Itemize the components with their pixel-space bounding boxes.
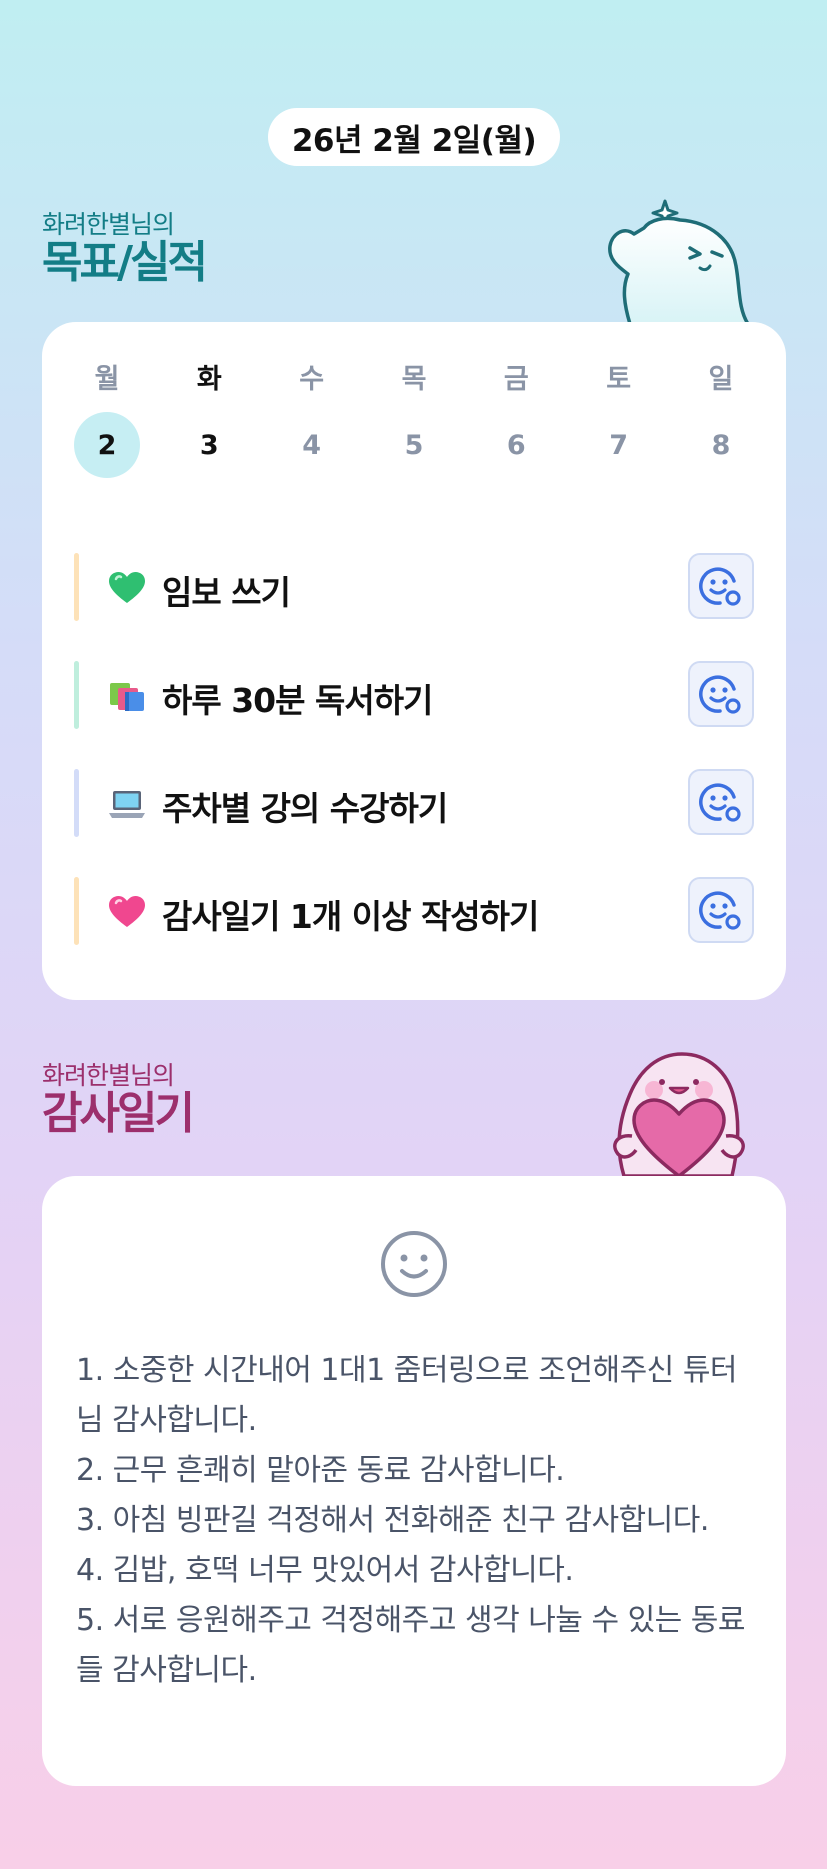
add-reaction-icon bbox=[699, 891, 741, 930]
day-name: 수 bbox=[299, 364, 325, 395]
day-wed[interactable]: 수 4 bbox=[277, 362, 347, 478]
green-heart-icon bbox=[109, 572, 145, 603]
goal-label: 주차별 강의 수강하기 bbox=[162, 789, 448, 828]
diary-line: 1. 소중한 시간내어 1대1 줌터링으로 조언해주신 튜터님 감사합니다. bbox=[76, 1353, 738, 1438]
goal-color-bar bbox=[74, 661, 79, 729]
goals-card: 월 2 화 3 수 4 목 5 금 6 토 7 일 8 임보 쓰기 하루 30분… bbox=[42, 322, 786, 1000]
day-sat[interactable]: 토 7 bbox=[584, 362, 654, 478]
gratitude-diary-text: 1. 소중한 시간내어 1대1 줌터링으로 조언해주신 튜터님 감사합니다. 2… bbox=[76, 1346, 756, 1696]
date-pill: 26년 2월 2일(월) bbox=[268, 108, 560, 166]
week-calendar: 월 2 화 3 수 4 목 5 금 6 토 7 일 8 bbox=[72, 362, 756, 478]
day-sun[interactable]: 일 8 bbox=[686, 362, 756, 478]
day-name: 목 bbox=[401, 364, 427, 395]
heart-hugging-mascot-icon bbox=[613, 1052, 745, 1176]
day-number: 7 bbox=[609, 429, 629, 461]
pink-heart-icon bbox=[109, 896, 145, 927]
add-reaction-icon bbox=[699, 675, 741, 714]
day-number: 8 bbox=[711, 429, 731, 461]
goal-color-bar bbox=[74, 553, 79, 621]
day-number: 3 bbox=[199, 429, 219, 461]
day-name: 일 bbox=[708, 364, 734, 395]
goal-item: 주차별 강의 수강하기 bbox=[74, 750, 754, 858]
day-name: 토 bbox=[606, 364, 632, 395]
day-tue[interactable]: 화 3 bbox=[174, 362, 244, 478]
gratitude-section-title: 화려한별님의 감사일기 bbox=[42, 1061, 195, 1139]
day-name: 화 bbox=[196, 364, 222, 395]
reaction-button[interactable] bbox=[688, 769, 754, 835]
books-icon bbox=[110, 683, 144, 711]
day-fri[interactable]: 금 6 bbox=[481, 362, 551, 478]
add-reaction-icon bbox=[699, 567, 741, 606]
cheering-mascot-icon bbox=[608, 199, 750, 324]
goals-title: 목표/실적 bbox=[42, 237, 208, 288]
goal-list: 임보 쓰기 하루 30분 독서하기 주차별 강의 수강하기 감사일기 1개 이상… bbox=[74, 534, 754, 966]
add-reaction-icon bbox=[699, 783, 741, 822]
goal-color-bar bbox=[74, 769, 79, 837]
day-number: 2 bbox=[74, 412, 140, 478]
goal-item: 하루 30분 독서하기 bbox=[74, 642, 754, 750]
laptop-icon bbox=[109, 791, 145, 818]
reaction-button[interactable] bbox=[688, 553, 754, 619]
gratitude-owner-label: 화려한별님의 bbox=[42, 1061, 175, 1090]
gratitude-title: 감사일기 bbox=[42, 1088, 195, 1139]
date-label: 26년 2월 2일(월) bbox=[291, 122, 537, 159]
goals-owner-label: 화려한별님의 bbox=[42, 210, 175, 239]
goals-section-title: 화려한별님의 목표/실적 bbox=[42, 210, 208, 288]
goal-label: 하루 30분 독서하기 bbox=[162, 681, 433, 720]
reaction-button[interactable] bbox=[688, 877, 754, 943]
day-mon[interactable]: 월 2 bbox=[72, 362, 142, 478]
day-name: 금 bbox=[503, 364, 529, 395]
goal-color-bar bbox=[74, 877, 79, 945]
gratitude-card: 1. 소중한 시간내어 1대1 줌터링으로 조언해주신 튜터님 감사합니다. 2… bbox=[42, 1176, 786, 1786]
diary-line: 3. 아침 빙판길 걱정해서 전화해준 친구 감사합니다. bbox=[76, 1503, 709, 1538]
diary-line: 5. 서로 응원해주고 걱정해주고 생각 나눌 수 있는 동료들 감사합니다. bbox=[76, 1603, 746, 1688]
day-thu[interactable]: 목 5 bbox=[379, 362, 449, 478]
day-number: 4 bbox=[302, 429, 322, 461]
smile-icon bbox=[381, 1231, 447, 1297]
day-name: 월 bbox=[94, 364, 120, 395]
day-number: 6 bbox=[506, 429, 526, 461]
reaction-button[interactable] bbox=[688, 661, 754, 727]
goal-label: 감사일기 1개 이상 작성하기 bbox=[162, 897, 539, 936]
goal-item: 감사일기 1개 이상 작성하기 bbox=[74, 858, 754, 966]
goal-item: 임보 쓰기 bbox=[74, 534, 754, 642]
diary-line: 2. 근무 흔쾌히 맡아준 동료 감사합니다. bbox=[76, 1453, 565, 1488]
diary-line: 4. 김밥, 호떡 너무 맛있어서 감사합니다. bbox=[76, 1553, 574, 1588]
day-number: 5 bbox=[404, 429, 424, 461]
goal-label: 임보 쓰기 bbox=[162, 573, 291, 612]
